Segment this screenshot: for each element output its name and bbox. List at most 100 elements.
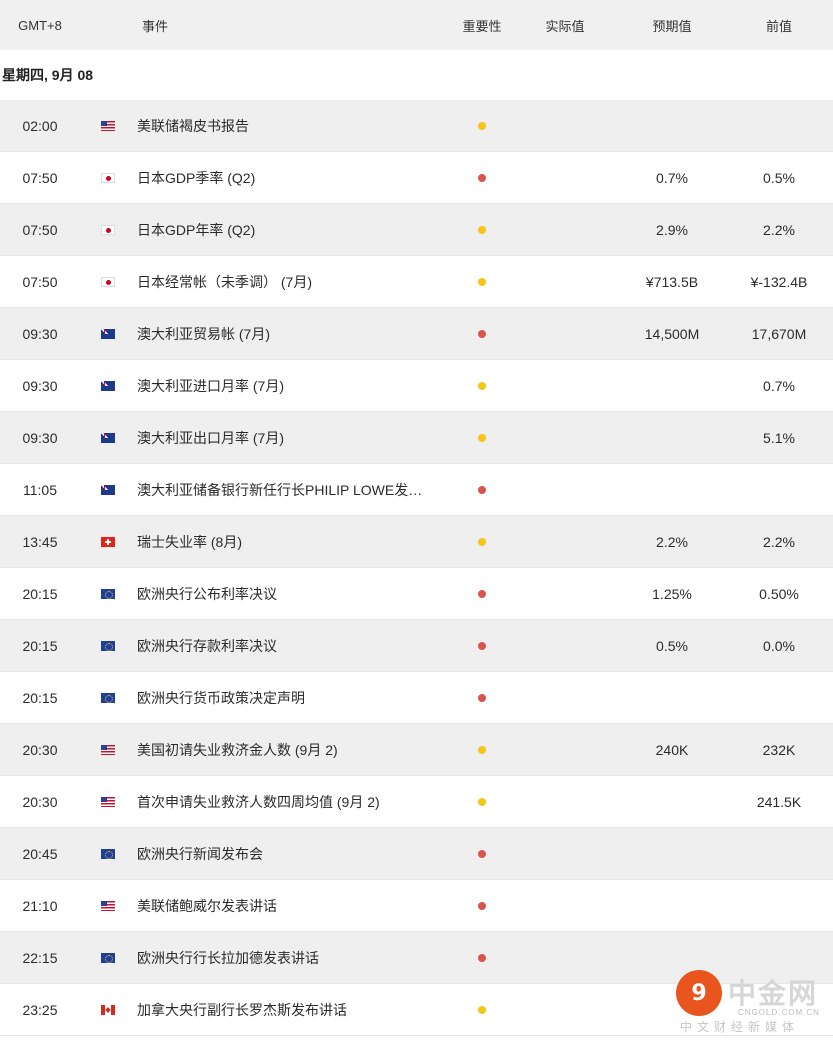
- event-forecast: 0.5%: [656, 637, 688, 654]
- importance-cell: [452, 152, 512, 203]
- event-name[interactable]: 瑞士失业率 (8月): [137, 532, 242, 552]
- importance-medium-icon: [478, 1005, 486, 1014]
- event-row[interactable]: 09:30 澳大利亚贸易帐 (7月) 14,500M 17,670M: [0, 308, 833, 360]
- event-previous: 0.50%: [759, 585, 799, 602]
- event-name[interactable]: 欧洲央行公布利率决议: [137, 584, 277, 604]
- event-actual: [525, 984, 605, 1035]
- importance-cell: [452, 360, 512, 411]
- event-name-cell[interactable]: 澳大利亚储备银行新任行长PHILIP LOWE发…: [137, 464, 452, 515]
- event-forecast: [622, 776, 722, 827]
- event-name-cell[interactable]: 美联储褐皮书报告: [137, 100, 452, 151]
- event-name-cell[interactable]: 欧洲央行存款利率决议: [137, 620, 452, 671]
- flag-container: [94, 672, 122, 723]
- date-label: 星期四, 9月 08: [0, 50, 833, 100]
- event-name[interactable]: 欧洲央行行长拉加德发表讲话: [137, 948, 319, 968]
- event-forecast: [622, 464, 722, 515]
- event-name[interactable]: 美联储褐皮书报告: [137, 116, 249, 136]
- event-name-cell[interactable]: 加拿大央行副行长罗杰斯发布讲话: [137, 984, 452, 1035]
- event-row[interactable]: 09:30 澳大利亚出口月率 (7月) 5.1%: [0, 412, 833, 464]
- importance-cell: [452, 776, 512, 827]
- event-actual: [525, 880, 605, 931]
- event-name-cell[interactable]: 欧洲央行行长拉加德发表讲话: [137, 932, 452, 983]
- event-actual: [525, 620, 605, 671]
- importance-medium-icon: [478, 121, 486, 130]
- importance-cell: [452, 620, 512, 671]
- event-name-cell[interactable]: 瑞士失业率 (8月): [137, 516, 452, 567]
- event-row[interactable]: 20:30 首次申请失业救济人数四周均值 (9月 2) 241.5K: [0, 776, 833, 828]
- event-name-cell[interactable]: 澳大利亚贸易帐 (7月): [137, 308, 452, 359]
- event-actual: [525, 776, 605, 827]
- event-name[interactable]: 日本GDP年率 (Q2): [137, 220, 255, 240]
- event-name-cell[interactable]: 日本经常帐（未季调） (7月): [137, 256, 452, 307]
- importance-medium-icon: [478, 225, 486, 234]
- event-name-cell[interactable]: 日本GDP年率 (Q2): [137, 204, 452, 255]
- event-previous: 232K: [762, 741, 796, 758]
- importance-high-icon: [478, 329, 486, 338]
- event-list: 02:00 美联储褐皮书报告 07:50 日本GDP季率 (Q2) 0.7% 0.5% 07…: [0, 100, 833, 1036]
- flag-us-icon: [101, 120, 115, 131]
- event-name-cell[interactable]: 美联储鲍威尔发表讲话: [137, 880, 452, 931]
- flag-container: [94, 100, 122, 151]
- event-name-cell[interactable]: 美国初请失业救济金人数 (9月 2): [137, 724, 452, 775]
- importance-medium-icon: [478, 381, 486, 390]
- event-name[interactable]: 澳大利亚出口月率 (7月): [137, 428, 284, 448]
- event-name[interactable]: 欧洲央行货币政策决定声明: [137, 688, 305, 708]
- event-row[interactable]: 07:50 日本GDP季率 (Q2) 0.7% 0.5%: [0, 152, 833, 204]
- event-previous: [728, 828, 830, 879]
- event-name[interactable]: 澳大利亚进口月率 (7月): [137, 376, 284, 396]
- importance-cell: [452, 880, 512, 931]
- event-row[interactable]: 13:45 瑞士失业率 (8月) 2.2% 2.2%: [0, 516, 833, 568]
- event-name[interactable]: 日本GDP季率 (Q2): [137, 168, 255, 188]
- event-row[interactable]: 21:10 美联储鲍威尔发表讲话: [0, 880, 833, 932]
- event-row[interactable]: 20:45 欧洲央行新闻发布会: [0, 828, 833, 880]
- event-name-cell[interactable]: 欧洲央行货币政策决定声明: [137, 672, 452, 723]
- flag-au-icon: [101, 432, 115, 443]
- flag-jp-icon: [101, 224, 115, 235]
- event-name-cell[interactable]: 首次申请失业救济人数四周均值 (9月 2): [137, 776, 452, 827]
- event-name[interactable]: 美联储鲍威尔发表讲话: [137, 896, 277, 916]
- event-row[interactable]: 09:30 澳大利亚进口月率 (7月) 0.7%: [0, 360, 833, 412]
- event-row[interactable]: 20:15 欧洲央行公布利率决议 1.25% 0.50%: [0, 568, 833, 620]
- event-name-cell[interactable]: 日本GDP季率 (Q2): [137, 152, 452, 203]
- event-name[interactable]: 日本经常帐（未季调） (7月): [137, 272, 312, 292]
- event-time: 22:15: [22, 949, 58, 966]
- event-forecast: ¥713.5B: [645, 273, 699, 290]
- event-previous: 2.2%: [763, 533, 795, 550]
- event-name[interactable]: 欧洲央行新闻发布会: [137, 844, 263, 864]
- logo-name: 中金网: [728, 977, 819, 1010]
- event-row[interactable]: 20:15 欧洲央行存款利率决议 0.5% 0.0%: [0, 620, 833, 672]
- event-name-cell[interactable]: 欧洲央行新闻发布会: [137, 828, 452, 879]
- flag-eu-icon: [101, 848, 115, 859]
- event-actual: [525, 100, 605, 151]
- event-name-cell[interactable]: 欧洲央行公布利率决议: [137, 568, 452, 619]
- importance-cell: [452, 568, 512, 619]
- event-actual: [525, 360, 605, 411]
- importance-high-icon: [478, 485, 486, 494]
- event-row[interactable]: 11:05 澳大利亚储备银行新任行长PHILIP LOWE发…: [0, 464, 833, 516]
- flag-jp-icon: [101, 276, 115, 287]
- event-name[interactable]: 加拿大央行副行长罗杰斯发布讲话: [137, 1000, 347, 1020]
- header-time[interactable]: GMT+8: [0, 0, 80, 50]
- event-forecast: 240K: [655, 741, 689, 758]
- event-name[interactable]: 首次申请失业救济人数四周均值 (9月 2): [137, 792, 380, 812]
- event-name[interactable]: 欧洲央行存款利率决议: [137, 636, 277, 656]
- flag-container: [94, 568, 122, 619]
- event-row[interactable]: 07:50 日本经常帐（未季调） (7月) ¥713.5B ¥-132.4B: [0, 256, 833, 308]
- event-time: 13:45: [22, 533, 58, 550]
- event-row[interactable]: 02:00 美联储褐皮书报告: [0, 100, 833, 152]
- event-name[interactable]: 澳大利亚储备银行新任行长PHILIP LOWE发…: [137, 480, 422, 500]
- event-row[interactable]: 07:50 日本GDP年率 (Q2) 2.9% 2.2%: [0, 204, 833, 256]
- event-name[interactable]: 美国初请失业救济金人数 (9月 2): [137, 740, 338, 760]
- event-row[interactable]: 20:30 美国初请失业救济金人数 (9月 2) 240K 232K: [0, 724, 833, 776]
- event-time: 09:30: [22, 377, 58, 394]
- importance-high-icon: [478, 953, 486, 962]
- event-previous: 241.5K: [756, 793, 802, 810]
- flag-eu-icon: [101, 588, 115, 599]
- flag-container: [94, 776, 122, 827]
- event-name[interactable]: 澳大利亚贸易帐 (7月): [137, 324, 270, 344]
- event-name-cell[interactable]: 澳大利亚出口月率 (7月): [137, 412, 452, 463]
- event-row[interactable]: 20:15 欧洲央行货币政策决定声明: [0, 672, 833, 724]
- event-name-cell[interactable]: 澳大利亚进口月率 (7月): [137, 360, 452, 411]
- event-actual: [525, 828, 605, 879]
- event-forecast: [622, 360, 722, 411]
